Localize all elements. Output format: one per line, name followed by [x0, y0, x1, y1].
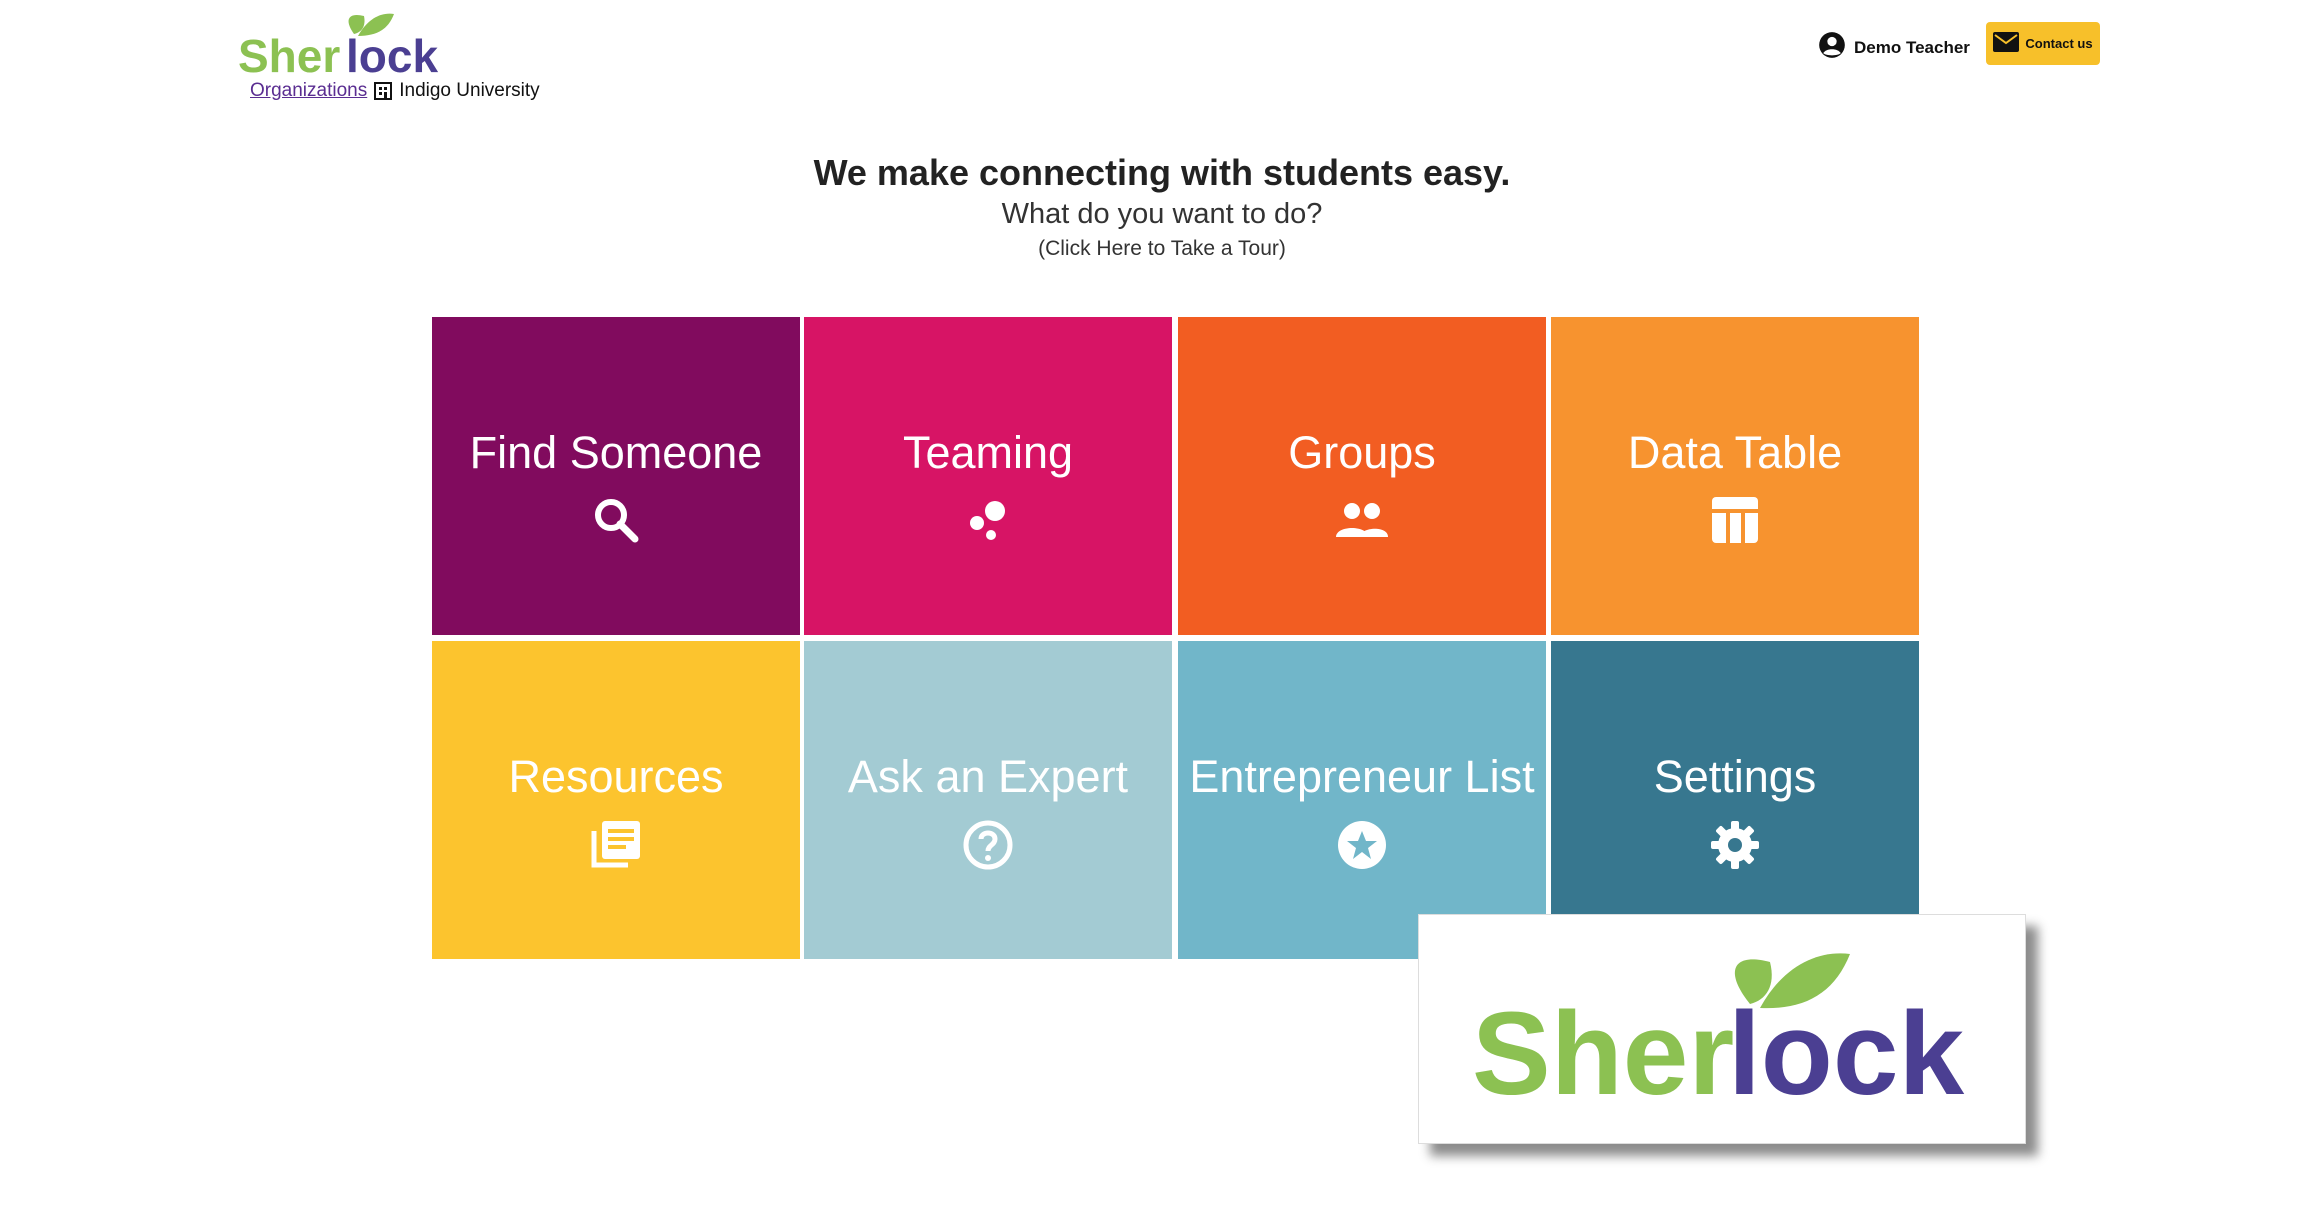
table-icon: [1710, 495, 1760, 550]
tile-label: Find Someone: [469, 427, 763, 478]
tile-label: Ask an Expert: [847, 751, 1129, 802]
tile-label: Data Table: [1627, 427, 1843, 478]
contact-us-label: Contact us: [2025, 36, 2093, 51]
people-icon: [1334, 495, 1390, 550]
bubbles-icon: [963, 495, 1013, 550]
account-circle-icon: [1818, 31, 1846, 64]
tile-label: Teaming: [902, 427, 1074, 478]
page-subheadline: What do you want to do?: [1001, 198, 1323, 230]
tile-entrepreneur-list[interactable]: Entrepreneur List: [1178, 641, 1546, 959]
tile-label: Entrepreneur List: [1189, 751, 1535, 802]
contact-us-button[interactable]: Contact us: [1986, 22, 2100, 65]
breadcrumb: Organizations Indigo University: [250, 80, 540, 102]
question-circle-icon: [962, 819, 1014, 876]
tile-resources[interactable]: Resources: [432, 641, 800, 959]
logo-text-sher: Sher: [238, 30, 340, 78]
tile-teaming[interactable]: Teaming: [804, 317, 1172, 635]
tile-label: Settings: [1653, 751, 1817, 802]
library-books-icon: [590, 819, 642, 874]
star-circle-icon: [1336, 819, 1388, 876]
building-icon: [373, 81, 393, 101]
sherlock-logo-card: Sher lock: [1418, 914, 2026, 1144]
tile-groups[interactable]: Groups: [1178, 317, 1546, 635]
user-menu[interactable]: Demo Teacher: [1818, 31, 1970, 64]
user-name: Demo Teacher: [1854, 37, 1970, 57]
logo-card-text-sher: Sher: [1472, 988, 1734, 1114]
logo-text-lock: lock: [346, 30, 438, 78]
mail-icon: [1993, 32, 2020, 55]
tile-label: Groups: [1288, 427, 1436, 478]
page-headline: We make connecting with students easy.: [813, 152, 1511, 193]
sherlock-logo[interactable]: Sher lock: [236, 8, 446, 78]
tile-find-someone[interactable]: Find Someone: [432, 317, 800, 635]
take-tour-link[interactable]: (Click Here to Take a Tour): [0, 237, 2324, 261]
tile-ask-an-expert[interactable]: Ask an Expert: [804, 641, 1172, 959]
tile-data-table[interactable]: Data Table: [1551, 317, 1919, 635]
organizations-link[interactable]: Organizations: [250, 80, 367, 102]
current-organization: Indigo University: [399, 80, 540, 101]
tile-label: Resources: [508, 751, 724, 802]
search-icon: [591, 495, 641, 550]
tile-settings[interactable]: Settings: [1551, 641, 1919, 959]
gear-icon: [1709, 819, 1761, 876]
